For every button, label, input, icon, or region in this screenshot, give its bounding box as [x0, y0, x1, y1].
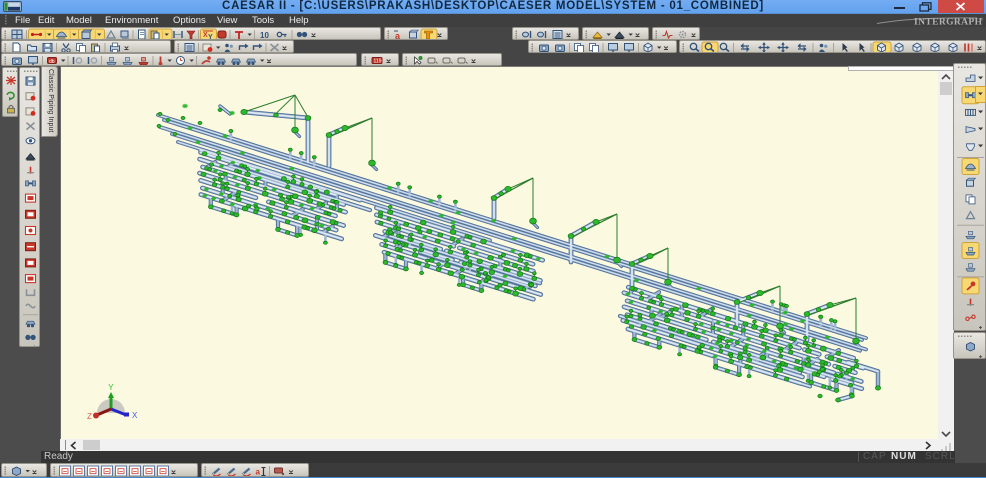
svg-text:INTERGRAPH: INTERGRAPH	[914, 18, 983, 28]
svg-text:119: 119	[374, 59, 382, 65]
svg-text:®: ®	[980, 16, 984, 22]
svg-text:Y: Y	[108, 383, 114, 392]
svg-text:a: a	[395, 31, 401, 40]
svg-text:Z: Z	[87, 412, 92, 421]
svg-text:a: a	[256, 468, 261, 477]
svg-text:db: db	[49, 59, 55, 65]
svg-text:10: 10	[260, 31, 269, 40]
svg-text:X: X	[132, 411, 138, 420]
